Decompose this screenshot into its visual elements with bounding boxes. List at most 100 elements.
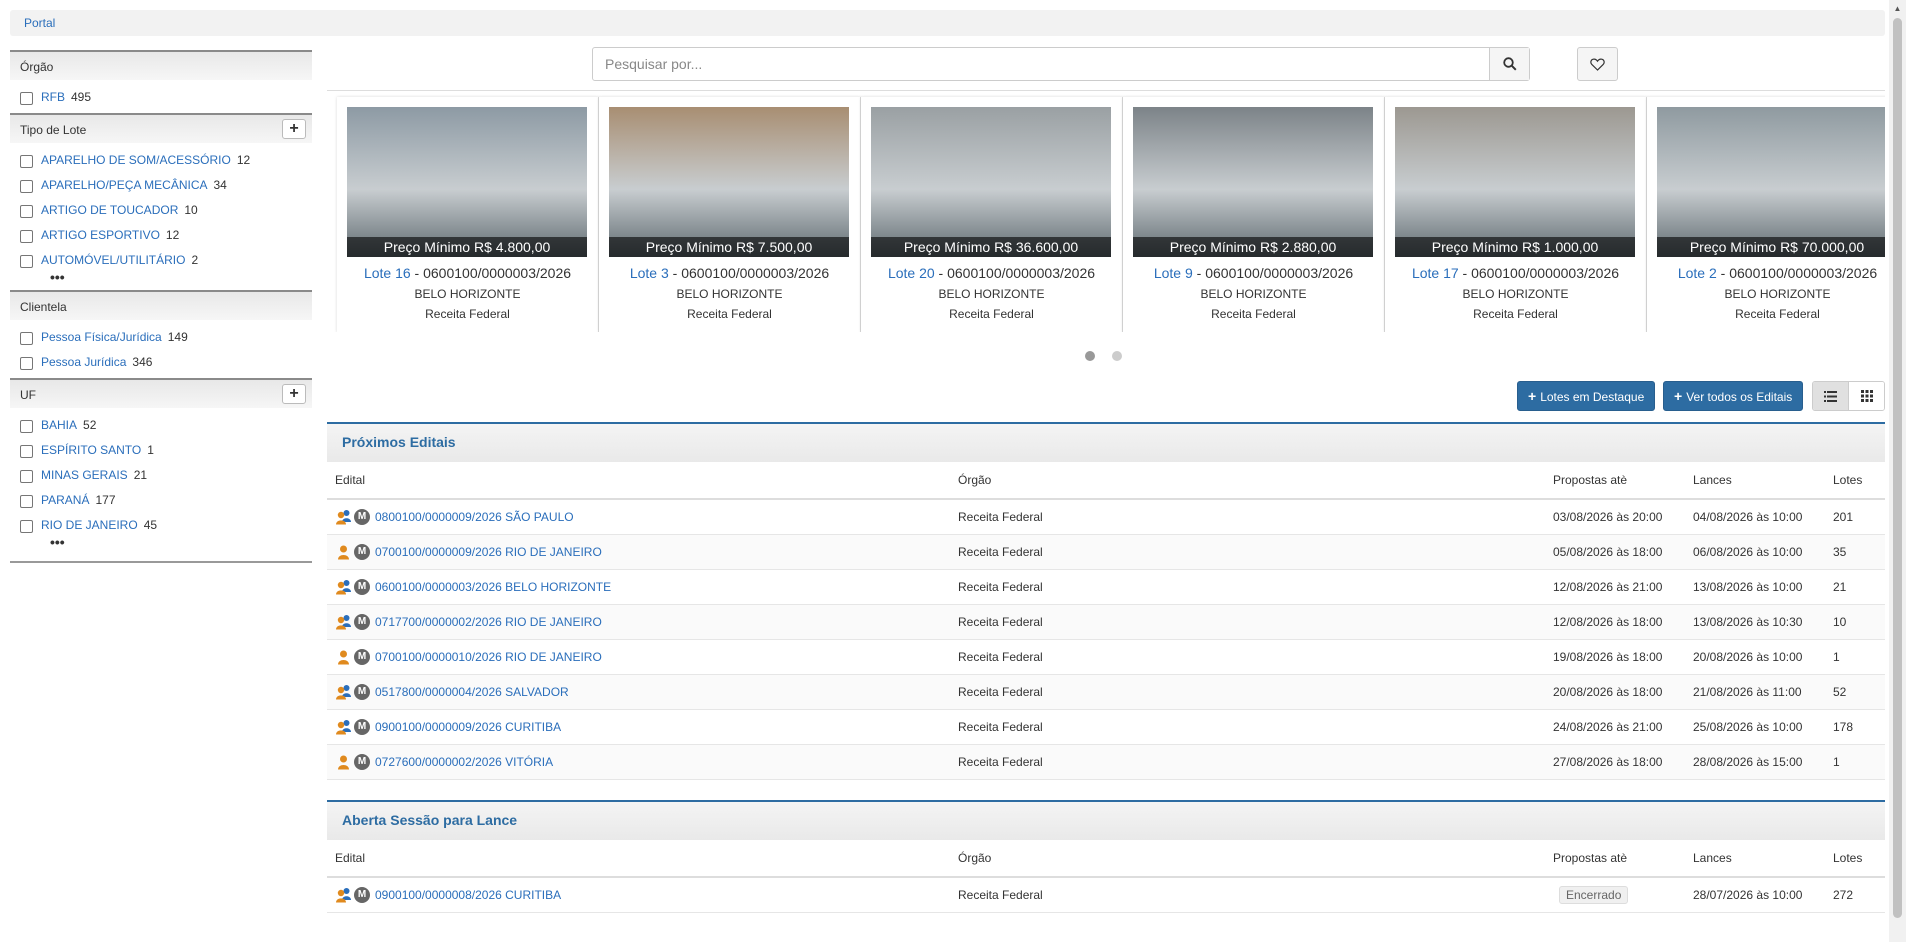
- facet-checkbox[interactable]: [20, 91, 33, 105]
- page-scrollbar[interactable]: ▲: [1889, 0, 1906, 942]
- lot-min-price: Preço Mínimo R$ 1.000,00: [1395, 237, 1635, 257]
- lot-link[interactable]: Lote 17: [1412, 265, 1459, 281]
- ver-editais-button[interactable]: + Ver todos os Editais: [1663, 381, 1804, 411]
- lot-photo[interactable]: Preço Mínimo R$ 7.500,00: [609, 107, 849, 257]
- lot-edital: - 0600100/0000003/2026: [1458, 265, 1620, 281]
- facet-item: ARTIGO DE TOUCADOR 10: [20, 197, 304, 222]
- section-title: Aberta Sessão para Lance: [327, 800, 1885, 840]
- lot-link[interactable]: Lote 16: [364, 265, 411, 281]
- lot-photo[interactable]: Preço Mínimo R$ 2.880,00: [1133, 107, 1373, 257]
- facet-item-label[interactable]: Pessoa Jurídica: [41, 355, 126, 369]
- scroll-up-icon[interactable]: ▲: [1889, 0, 1906, 17]
- edital-link[interactable]: 0900100/0000009/2026 CURITIBA: [375, 720, 561, 734]
- grid-view-button[interactable]: [1848, 382, 1884, 410]
- facet-checkbox[interactable]: [20, 494, 33, 508]
- edital-link[interactable]: 0700100/0000009/2026 RIO DE JANEIRO: [375, 545, 602, 559]
- plus-icon: +: [1674, 388, 1683, 404]
- lot-card[interactable]: Preço Mínimo R$ 36.600,00 Lote 20 - 06001…: [861, 97, 1123, 332]
- breadcrumb-portal-link[interactable]: Portal: [24, 16, 55, 30]
- edital-link[interactable]: 0700100/0000010/2026 RIO DE JANEIRO: [375, 650, 602, 664]
- show-more-icon[interactable]: •••: [20, 270, 304, 286]
- edital-link[interactable]: 0900100/0000008/2026 CURITIBA: [375, 888, 561, 902]
- search-button[interactable]: [1489, 48, 1529, 80]
- favorites-button[interactable]: [1577, 47, 1618, 81]
- lot-link[interactable]: Lote 2: [1678, 265, 1717, 281]
- facet-item-label[interactable]: ARTIGO DE TOUCADOR: [41, 203, 178, 217]
- lotes-destaque-button[interactable]: + Lotes em Destaque: [1517, 381, 1656, 411]
- facet-item-label[interactable]: Pessoa Física/Jurídica: [41, 330, 162, 344]
- expand-facet-button[interactable]: +: [282, 384, 306, 404]
- lot-edital: - 0600100/0000003/2026: [1716, 265, 1878, 281]
- lot-org: Receita Federal: [949, 307, 1034, 321]
- lot-card[interactable]: Preço Mínimo R$ 70.000,00 Lote 2 - 060010…: [1647, 97, 1885, 332]
- edital-link[interactable]: 0717700/0000002/2026 RIO DE JANEIRO: [375, 615, 602, 629]
- facet-checkbox[interactable]: [20, 519, 33, 533]
- facet-item-label[interactable]: AUTOMÓVEL/UTILITÁRIO: [41, 253, 185, 267]
- lot-link[interactable]: Lote 9: [1154, 265, 1193, 281]
- facet-checkbox[interactable]: [20, 331, 33, 345]
- table-row: M 0700100/0000009/2026 RIO DE JANEIRO Rece…: [327, 535, 1885, 570]
- edital-link[interactable]: 0600100/0000003/2026 BELO HORIZONTE: [375, 580, 611, 594]
- edital-type-icons: M: [335, 544, 370, 560]
- carousel-dot-2[interactable]: [1112, 351, 1122, 361]
- breadcrumb: Portal: [10, 10, 1885, 36]
- edital-link[interactable]: 0800100/0000009/2026 SÃO PAULO: [375, 510, 574, 524]
- lot-photo[interactable]: Preço Mínimo R$ 4.800,00: [347, 107, 587, 257]
- edital-cell: M 0700100/0000010/2026 RIO DE JANEIRO: [335, 640, 602, 674]
- facet-item-label[interactable]: ARTIGO ESPORTIVO: [41, 228, 160, 242]
- facet-item: RFB 495: [20, 84, 304, 109]
- lot-link[interactable]: Lote 3: [630, 265, 669, 281]
- lot-link[interactable]: Lote 20: [888, 265, 935, 281]
- facet-item-label[interactable]: RIO DE JANEIRO: [41, 518, 138, 532]
- table-row: M 0727600/0000002/2026 VITÓRIA Receita Fed…: [327, 745, 1885, 780]
- facet-checkbox[interactable]: [20, 469, 33, 483]
- facet-checkbox[interactable]: [20, 356, 33, 370]
- facet-checkbox[interactable]: [20, 444, 33, 458]
- facet-title: UF: [20, 388, 36, 402]
- column-header: Propostas atè: [1553, 473, 1628, 487]
- lot-card[interactable]: Preço Mínimo R$ 4.800,00 Lote 16 - 060010…: [337, 97, 599, 332]
- carousel-dot-1[interactable]: [1085, 351, 1095, 361]
- show-more-icon[interactable]: •••: [20, 535, 304, 551]
- facet-checkbox[interactable]: [20, 254, 33, 268]
- lot-photo[interactable]: Preço Mínimo R$ 36.600,00: [871, 107, 1111, 257]
- table-row: M 0900100/0000008/2026 CURITIBA Receita Fe…: [327, 878, 1885, 913]
- person-icon: [338, 650, 349, 665]
- scroll-thumb[interactable]: [1893, 18, 1902, 918]
- facet-header: UF +: [10, 378, 312, 408]
- facet-checkbox[interactable]: [20, 154, 33, 168]
- facet-item-label[interactable]: APARELHO DE SOM/ACESSÓRIO: [41, 153, 231, 167]
- propostas-cell: 05/08/2026 às 18:00: [1553, 545, 1663, 559]
- lot-photo[interactable]: Preço Mínimo R$ 70.000,00: [1657, 107, 1885, 257]
- facet-item: ESPÍRITO SANTO 1: [20, 437, 304, 462]
- facet-item-label[interactable]: PARANÁ: [41, 493, 89, 507]
- facet-checkbox[interactable]: [20, 179, 33, 193]
- lot-card[interactable]: Preço Mínimo R$ 1.000,00 Lote 17 - 060010…: [1385, 97, 1647, 332]
- lot-photo[interactable]: Preço Mínimo R$ 1.000,00: [1395, 107, 1635, 257]
- list-view-button[interactable]: [1813, 382, 1848, 410]
- column-header: Órgão: [958, 851, 992, 865]
- lot-card[interactable]: Preço Mínimo R$ 7.500,00 Lote 3 - 0600100…: [599, 97, 861, 332]
- heart-icon: [1590, 58, 1605, 71]
- facet-item-label[interactable]: RFB: [41, 90, 65, 104]
- table-row: M 0800100/0000009/2026 SÃO PAULO Receita F…: [327, 500, 1885, 535]
- search-input[interactable]: [593, 48, 1489, 80]
- lot-city: BELO HORIZONTE: [1200, 287, 1307, 301]
- lot-city: BELO HORIZONTE: [1724, 287, 1831, 301]
- lot-org: Receita Federal: [1473, 307, 1558, 321]
- facet-item-label[interactable]: BAHIA: [41, 418, 77, 432]
- edital-link[interactable]: 0517800/0000004/2026 SALVADOR: [375, 685, 569, 699]
- lot-card[interactable]: Preço Mínimo R$ 2.880,00 Lote 9 - 0600100…: [1123, 97, 1385, 332]
- edital-link[interactable]: 0727600/0000002/2026 VITÓRIA: [375, 755, 553, 769]
- edital-cell: M 0600100/0000003/2026 BELO HORIZONTE: [335, 570, 611, 604]
- facet-item-label[interactable]: MINAS GERAIS: [41, 468, 128, 482]
- facet-item: APARELHO DE SOM/ACESSÓRIO 12: [20, 147, 304, 172]
- facet-item-count: 346: [132, 354, 153, 369]
- expand-facet-button[interactable]: +: [282, 119, 306, 139]
- facet-checkbox[interactable]: [20, 229, 33, 243]
- edital-cell: M 0900100/0000008/2026 CURITIBA: [335, 878, 561, 912]
- facet-item-label[interactable]: APARELHO/PEÇA MECÂNICA: [41, 178, 208, 192]
- facet-item-label[interactable]: ESPÍRITO SANTO: [41, 443, 141, 457]
- facet-checkbox[interactable]: [20, 204, 33, 218]
- facet-checkbox[interactable]: [20, 419, 33, 433]
